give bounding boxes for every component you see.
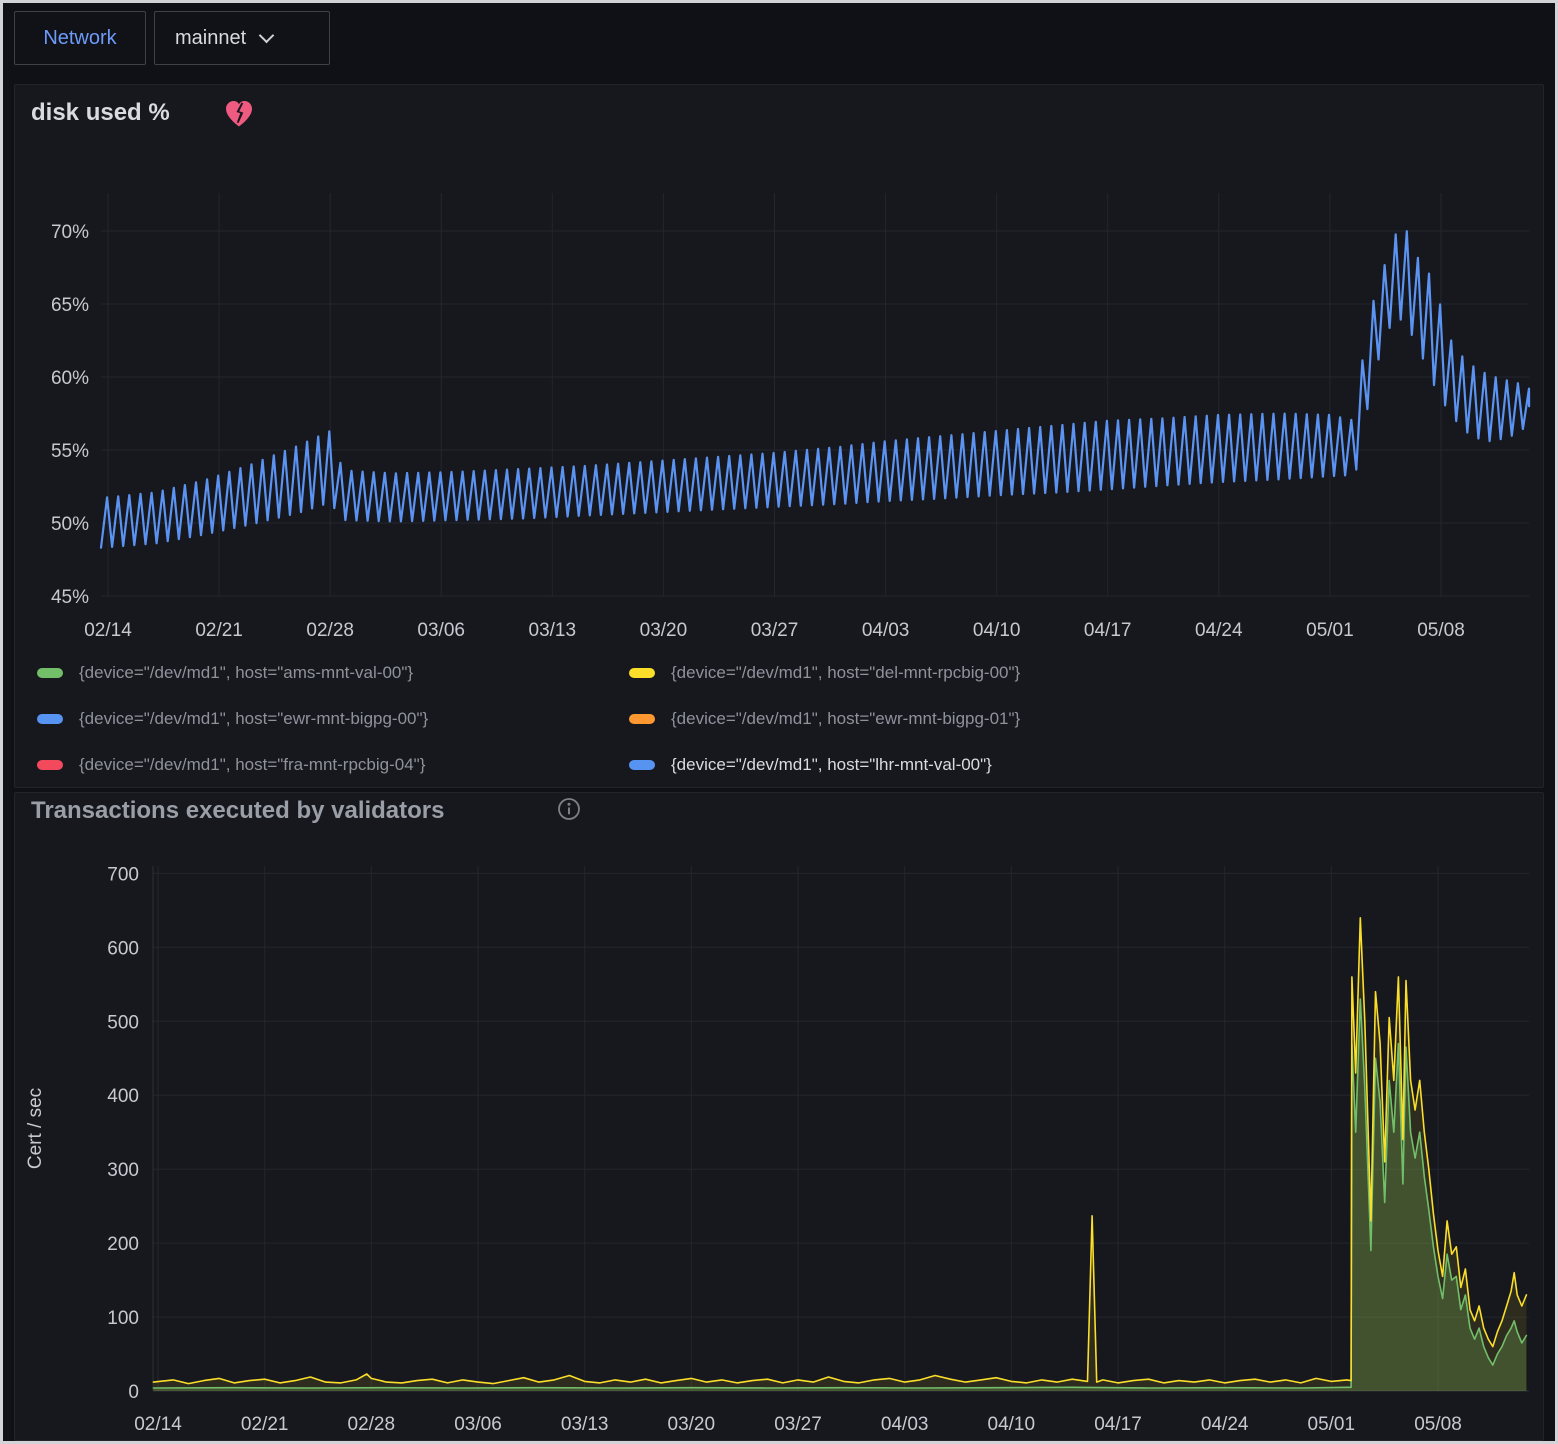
legend-series-label: {device="/dev/md1", host="ams-mnt-val-00… — [79, 663, 413, 683]
legend-item[interactable]: {device="/dev/md1", host="ewr-mnt-bigpg-… — [37, 707, 629, 731]
svg-text:300: 300 — [107, 1160, 139, 1181]
svg-text:02/28: 02/28 — [348, 1414, 396, 1435]
svg-text:03/27: 03/27 — [751, 620, 799, 641]
svg-text:04/03: 04/03 — [881, 1414, 929, 1435]
svg-text:100: 100 — [107, 1308, 139, 1329]
svg-text:04/24: 04/24 — [1201, 1414, 1249, 1435]
legend-series-color-icon — [37, 714, 63, 724]
svg-text:65%: 65% — [51, 295, 89, 316]
svg-text:03/13: 03/13 — [561, 1414, 609, 1435]
svg-text:04/10: 04/10 — [988, 1414, 1036, 1435]
legend-series-color-icon — [37, 760, 63, 770]
variable-label-text: Network — [43, 27, 116, 50]
svg-text:02/28: 02/28 — [306, 620, 354, 641]
svg-text:600: 600 — [107, 938, 139, 959]
legend-series-label: {device="/dev/md1", host="fra-mnt-rpcbig… — [79, 755, 425, 775]
legend-item[interactable]: {device="/dev/md1", host="lhr-mnt-val-00… — [629, 753, 1020, 777]
svg-text:05/01: 05/01 — [1306, 620, 1354, 641]
variable-network-dropdown[interactable]: mainnet — [154, 11, 330, 65]
legend-series-label: {device="/dev/md1", host="ewr-mnt-bigpg-… — [79, 709, 428, 729]
svg-text:04/10: 04/10 — [973, 620, 1021, 641]
chevron-down-icon — [259, 27, 275, 43]
svg-text:03/27: 03/27 — [774, 1414, 822, 1435]
legend-series-label: {device="/dev/md1", host="ewr-mnt-bigpg-… — [671, 709, 1020, 729]
svg-text:03/20: 03/20 — [640, 620, 688, 641]
svg-text:03/20: 03/20 — [668, 1414, 716, 1435]
svg-text:55%: 55% — [51, 441, 89, 462]
svg-text:60%: 60% — [51, 368, 89, 389]
svg-text:45%: 45% — [51, 587, 89, 608]
svg-text:04/17: 04/17 — [1094, 1414, 1142, 1435]
svg-text:03/06: 03/06 — [417, 620, 465, 641]
svg-text:500: 500 — [107, 1012, 139, 1033]
svg-text:50%: 50% — [51, 514, 89, 535]
panel-title: disk used % — [31, 99, 170, 127]
legend-item[interactable]: {device="/dev/md1", host="ewr-mnt-bigpg-… — [629, 707, 1020, 731]
panel-transactions: 0 100 200 300 400 500 600 700 02/14 02/21 02/28 03/… — [14, 792, 1544, 1441]
svg-text:04/03: 04/03 — [862, 620, 910, 641]
legend-item[interactable]: {device="/dev/md1", host="fra-mnt-rpcbig… — [37, 753, 629, 777]
svg-text:200: 200 — [107, 1234, 139, 1255]
svg-text:02/14: 02/14 — [84, 620, 132, 641]
svg-text:04/24: 04/24 — [1195, 620, 1243, 641]
legend-series-color-icon — [629, 668, 655, 678]
svg-text:03/06: 03/06 — [454, 1414, 502, 1435]
transactions-chart[interactable]: 0 100 200 300 400 500 600 700 02/14 02/21 02/28 03/… — [15, 793, 1545, 1442]
legend-series-color-icon — [37, 668, 63, 678]
panel-title: Transactions executed by validators — [31, 797, 445, 825]
chart-legend: {device="/dev/md1", host="ams-mnt-val-00… — [37, 661, 1020, 777]
grafana-dashboard: Network mainnet 45%50%55%60%65%70%02/140… — [0, 0, 1558, 1444]
svg-text:04/17: 04/17 — [1084, 620, 1132, 641]
svg-text:700: 700 — [107, 864, 139, 885]
legend-series-label: {device="/dev/md1", host="lhr-mnt-val-00… — [671, 755, 992, 775]
svg-text:Cert / sec: Cert / sec — [25, 1088, 46, 1169]
variable-network-label[interactable]: Network — [14, 11, 146, 65]
svg-text:03/13: 03/13 — [529, 620, 577, 641]
info-icon[interactable] — [556, 796, 582, 827]
svg-text:70%: 70% — [51, 222, 89, 243]
svg-text:400: 400 — [107, 1086, 139, 1107]
svg-text:05/08: 05/08 — [1414, 1414, 1462, 1435]
legend-series-color-icon — [629, 760, 655, 770]
svg-text:05/01: 05/01 — [1308, 1414, 1356, 1435]
variable-value-text: mainnet — [175, 27, 246, 50]
legend-item[interactable]: {device="/dev/md1", host="del-mnt-rpcbig… — [629, 661, 1020, 685]
legend-item[interactable]: {device="/dev/md1", host="ams-mnt-val-00… — [37, 661, 629, 685]
svg-text:05/08: 05/08 — [1417, 620, 1465, 641]
legend-series-color-icon — [629, 714, 655, 724]
svg-text:02/14: 02/14 — [134, 1414, 182, 1435]
svg-text:02/21: 02/21 — [195, 620, 243, 641]
broken-heart-icon — [223, 98, 255, 135]
svg-text:0: 0 — [128, 1382, 139, 1403]
panel-disk-used: 45% 50% 55% 60% 65% 70% 02/14 02/21 02/28 03/06 03… — [14, 84, 1544, 788]
svg-text:02/21: 02/21 — [241, 1414, 289, 1435]
legend-series-label: {device="/dev/md1", host="del-mnt-rpcbig… — [671, 663, 1020, 683]
